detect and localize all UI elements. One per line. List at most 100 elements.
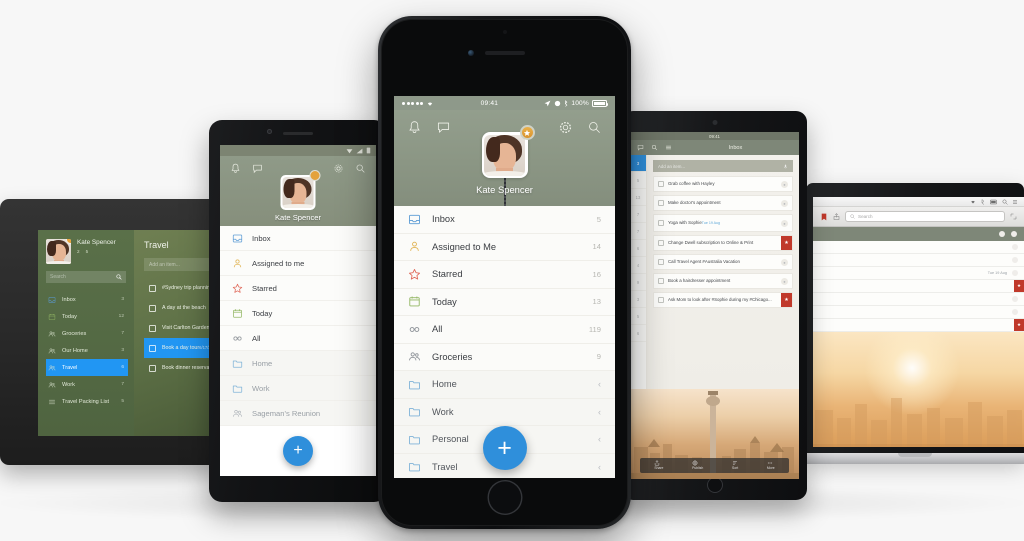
nav-rail-row[interactable]: 6: [630, 325, 646, 342]
photo-toolbar-button[interactable]: Sort: [732, 460, 738, 470]
priority-flag-icon[interactable]: ★: [1014, 319, 1024, 331]
checkbox[interactable]: [149, 284, 156, 292]
sidebar-item[interactable]: Today 12: [46, 308, 128, 325]
task-row[interactable]: Yoga with SophieTue 19 Aug ●: [653, 214, 793, 232]
folder-item[interactable]: Home ‹: [394, 371, 615, 399]
chat-bubble-icon[interactable]: [637, 144, 644, 151]
sidebar-item[interactable]: Our Home 3: [46, 342, 128, 359]
task-options-icon[interactable]: [1012, 257, 1018, 263]
checkbox[interactable]: [149, 344, 156, 352]
sidebar-item[interactable]: Work 7: [46, 376, 128, 393]
bookmark-icon[interactable]: [820, 213, 828, 221]
chevron-left-icon[interactable]: ‹: [598, 434, 601, 444]
sidebar-item[interactable]: Inbox 3: [46, 291, 128, 308]
hamburger-icon[interactable]: [665, 144, 672, 151]
checkbox[interactable]: [658, 259, 664, 265]
task-options-icon[interactable]: ●: [781, 180, 788, 188]
chat-bubble-icon[interactable]: [252, 163, 263, 174]
task-row[interactable]: [813, 254, 1024, 267]
bell-icon[interactable]: [407, 120, 422, 135]
fullscreen-icon[interactable]: [1010, 213, 1017, 220]
avatar[interactable]: [46, 239, 71, 264]
task-row[interactable]: ★: [813, 319, 1024, 332]
task-row[interactable]: Tue 19 Aug: [813, 267, 1024, 280]
checkbox[interactable]: [149, 304, 156, 312]
gear-icon[interactable]: [558, 120, 573, 135]
list-item[interactable]: All 119: [394, 316, 615, 344]
task-row[interactable]: ★: [813, 280, 1024, 293]
home-button[interactable]: [487, 480, 522, 515]
list-item[interactable]: All: [220, 326, 376, 351]
tablet-user[interactable]: Kate Spencer 2 5: [46, 239, 128, 264]
list-item[interactable]: Groceries 9: [394, 344, 615, 371]
task-options-icon[interactable]: ●: [781, 277, 788, 285]
list-view-icon[interactable]: [999, 231, 1005, 237]
task-options-icon[interactable]: ●: [781, 219, 788, 227]
chevron-left-icon[interactable]: ‹: [598, 407, 601, 417]
folder-item[interactable]: Sageman's Reunion: [220, 401, 376, 426]
priority-flag-icon[interactable]: ★: [1014, 280, 1024, 292]
chevron-left-icon[interactable]: ‹: [598, 462, 601, 472]
priority-flag-icon[interactable]: ★: [781, 293, 792, 307]
photo-toolbar-button[interactable]: More: [767, 460, 775, 470]
list-item[interactable]: Assigned to me: [220, 251, 376, 276]
task-row[interactable]: Ask Mom to look after #Sophie during my …: [653, 292, 793, 308]
checkbox[interactable]: [149, 324, 156, 332]
nav-rail-row[interactable]: 7: [630, 223, 646, 240]
sidebar-item[interactable]: Travel Packing List 5: [46, 393, 128, 410]
task-row[interactable]: Make doctor's appointment ●: [653, 195, 793, 211]
share-icon[interactable]: [833, 213, 840, 220]
task-row[interactable]: Grab coffee with Hayley ●: [653, 176, 793, 192]
checkbox[interactable]: [149, 364, 156, 372]
task-options-icon[interactable]: [1012, 244, 1018, 250]
nav-rail-row[interactable]: 4: [630, 257, 646, 274]
nav-rail-row[interactable]: 7: [630, 206, 646, 223]
task-options-icon[interactable]: [1012, 270, 1018, 276]
nav-rail-row[interactable]: 13: [630, 189, 646, 206]
list-item[interactable]: Starred 16: [394, 261, 615, 289]
avatar[interactable]: [481, 125, 535, 178]
list-item[interactable]: Inbox: [220, 226, 376, 251]
search-icon[interactable]: [587, 120, 602, 135]
nav-rail-row[interactable]: 6: [630, 240, 646, 257]
task-row[interactable]: [813, 241, 1024, 254]
nav-rail-row[interactable]: 5: [630, 308, 646, 325]
task-row[interactable]: [813, 306, 1024, 319]
checkbox[interactable]: [658, 220, 664, 226]
sidebar-item[interactable]: Travel 6: [46, 359, 128, 376]
search-input[interactable]: Search: [46, 271, 126, 283]
list-item[interactable]: Inbox 5: [394, 206, 615, 234]
chat-bubble-icon[interactable]: [436, 120, 451, 135]
search-icon[interactable]: [355, 163, 366, 174]
folder-item[interactable]: Work ‹: [394, 398, 615, 426]
checkbox[interactable]: [658, 200, 664, 206]
add-item-input[interactable]: Add an item...: [653, 160, 793, 172]
add-button[interactable]: +: [482, 426, 527, 470]
task-row[interactable]: Book a hairdresser appointment ●: [653, 273, 793, 289]
gear-icon[interactable]: [333, 163, 344, 174]
list-item[interactable]: Today 13: [394, 289, 615, 316]
list-item[interactable]: Starred: [220, 276, 376, 301]
add-button[interactable]: +: [283, 436, 313, 466]
task-row[interactable]: [813, 293, 1024, 306]
checkbox[interactable]: [658, 297, 664, 303]
search-icon[interactable]: [1002, 199, 1008, 205]
nav-rail-row[interactable]: 3: [630, 155, 646, 172]
nav-rail-row[interactable]: 5: [630, 172, 646, 189]
browser-search-input[interactable]: Search: [845, 211, 1005, 222]
folder-item[interactable]: Home: [220, 351, 376, 376]
photo-attachment[interactable]: Share Publish Sort More: [630, 389, 799, 479]
task-row[interactable]: Change Dwell subscription to Online & Pr…: [653, 235, 793, 251]
priority-flag-icon[interactable]: ★: [781, 236, 792, 250]
avatar[interactable]: [280, 170, 321, 210]
checkbox[interactable]: [658, 240, 664, 246]
task-options-icon[interactable]: ●: [781, 199, 788, 207]
home-button[interactable]: [706, 477, 723, 493]
gear-icon[interactable]: [1011, 231, 1017, 237]
checkbox[interactable]: [658, 181, 664, 187]
chevron-left-icon[interactable]: ‹: [598, 379, 601, 389]
nav-rail-row[interactable]: 3: [630, 291, 646, 308]
task-row[interactable]: Call Travel Agent #Australia Vacation ●: [653, 254, 793, 270]
checkbox[interactable]: [658, 278, 664, 284]
task-options-icon[interactable]: [1012, 309, 1018, 315]
